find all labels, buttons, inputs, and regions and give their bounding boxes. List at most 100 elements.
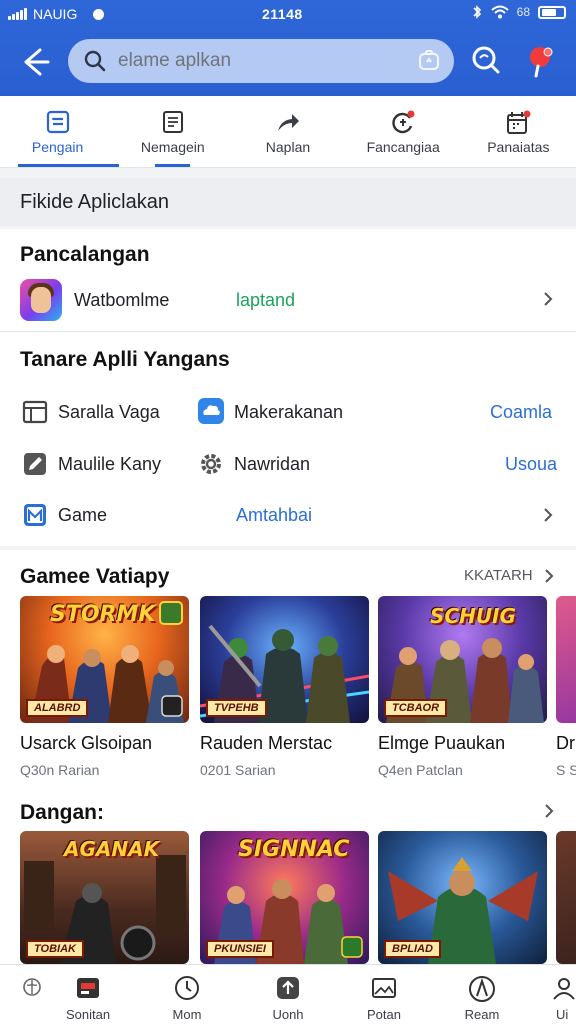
search-bar[interactable] — [68, 39, 454, 83]
search-button[interactable] — [470, 44, 502, 76]
game-thumbnail: STORMK ALABRD — [20, 596, 189, 723]
back-button[interactable] — [18, 44, 54, 80]
scan-icon[interactable] — [418, 50, 440, 72]
nav-label: Ui — [556, 1007, 569, 1022]
game-title: Dr — [556, 733, 575, 753]
nav-uonh[interactable]: Uonh — [238, 965, 338, 1024]
status-bar: NAUIG 21148 68 — [0, 0, 576, 28]
chevron-right-icon[interactable] — [541, 292, 555, 306]
game-thumbnail: AGANAK TOBIAK — [20, 831, 189, 964]
home-icon — [77, 978, 99, 998]
share-arrow-icon — [277, 114, 299, 131]
battery-percent: 68 — [516, 5, 530, 19]
tanare-title: Tanare Aplli Yangans — [20, 348, 230, 371]
game-plate-text: TOBIAK — [26, 940, 84, 958]
gear-icon — [201, 454, 221, 474]
search-icon — [84, 50, 106, 72]
grid-item-label: Makerakanan — [234, 402, 344, 422]
game-thumbnail: TVPEHB — [200, 596, 369, 723]
game-subtitle: 0201 Sarian — [200, 762, 276, 778]
grid-item-link-amtahbai[interactable]: Amtahbai — [236, 505, 312, 526]
tab-nemagein[interactable]: Nemagein — [115, 96, 230, 167]
tab-naplan[interactable]: Naplan — [230, 96, 345, 167]
nav-label: Potan — [367, 1007, 401, 1022]
dangan-title: Dangan: — [20, 801, 104, 824]
game-banner-text: SIGNNAC — [238, 837, 350, 862]
nav-mom[interactable]: Mom — [137, 965, 237, 1024]
status-time: 21148 — [262, 6, 303, 22]
signal-icon — [8, 8, 27, 20]
chevron-right-icon[interactable] — [541, 508, 555, 522]
game-thumbnail: BPLIAD — [378, 831, 547, 964]
tab-fancangiaa[interactable]: Fancangiaa — [346, 96, 461, 167]
active-tab-indicator — [18, 164, 120, 167]
game-card[interactable]: AGANAK TOBIAK — [20, 831, 189, 964]
notification-dot-icon — [93, 8, 105, 20]
refresh-badge-icon — [392, 110, 415, 134]
user-icon — [553, 978, 575, 1000]
game-plate-text: TVPEHB — [206, 699, 267, 717]
carrier-name: NAUIG — [33, 6, 78, 22]
game-title: Elmge Puaukan — [378, 733, 506, 753]
grid-item-link-coamla[interactable]: Coamla — [490, 402, 552, 423]
game-thumbnail — [556, 831, 576, 964]
tab-label: Naplan — [265, 139, 311, 155]
bottom-navigation: Sonitan Mom Uonh Potan Ream Ui — [0, 964, 576, 1024]
game-card[interactable] — [556, 831, 576, 964]
game-card[interactable]: STORMK ALABRD Usarck Glsoipan Q30n Raria… — [20, 596, 189, 786]
mail-icon — [24, 504, 46, 526]
nav-ui[interactable]: Ui — [534, 965, 576, 1024]
tab-pengain[interactable]: Pengain — [0, 96, 120, 167]
chevron-right-icon[interactable] — [542, 569, 556, 583]
tab-label: Fancangiaa — [366, 139, 440, 155]
game-thumbnail: SIGNNAC PKUNSIEI — [200, 831, 369, 964]
game-subtitle: Q30n Rarian — [20, 762, 100, 778]
tab-panaiatas[interactable]: Panaiatas — [461, 96, 576, 167]
game-card[interactable]: TVPEHB Rauden Merstac 0201 Sarian — [200, 596, 369, 786]
document-icon — [162, 111, 183, 133]
game-plate-text: TCBAOR — [384, 699, 448, 717]
top-app-bar: NAUIG 21148 68 — [0, 0, 576, 96]
see-more-link[interactable]: KKATARH — [464, 567, 533, 584]
game-plate-text: BPLIAD — [384, 940, 441, 958]
app-avatar-icon — [20, 279, 62, 321]
nav-ream[interactable]: Ream — [432, 965, 532, 1024]
pancalangan-title: Pancalangan — [20, 243, 150, 266]
search-input[interactable] — [118, 47, 418, 75]
game-card[interactable]: BPLIAD — [378, 831, 547, 964]
game-card[interactable]: SCHUIG TCBAOR Elmge Puaukan Q4en Patclan — [378, 596, 547, 786]
clock-icon — [175, 976, 199, 1000]
image-icon — [372, 978, 396, 998]
battery-icon — [538, 5, 566, 19]
grid-item-label: Game — [58, 505, 108, 525]
nav-sonitan[interactable]: Sonitan — [38, 965, 138, 1024]
nav-label: Mom — [172, 1007, 202, 1022]
grid-item-label: Maulile Kany — [58, 454, 162, 474]
game-thumbnail — [556, 596, 576, 723]
nav-potan[interactable]: Potan — [334, 965, 434, 1024]
tab-underline — [155, 164, 191, 167]
list-icon — [46, 110, 69, 134]
grid-item-label: Saralla Vaga — [58, 402, 160, 422]
upload-icon — [277, 977, 299, 999]
category-tabs: Pengain Nemagein Naplan Fancangiaa Panai… — [0, 96, 576, 168]
notification-button[interactable] — [524, 44, 556, 78]
edit-icon — [24, 453, 46, 475]
chevron-right-icon[interactable] — [542, 804, 556, 818]
nav-label: Uonh — [272, 1007, 304, 1022]
grid-item-link-usoua[interactable]: Usoua — [505, 454, 557, 475]
game-subtitle: S S — [556, 762, 576, 778]
game-card[interactable]: SIGNNAC PKUNSIEI — [200, 831, 369, 964]
section-header: Fikide Apliclakan — [0, 178, 576, 226]
game-subtitle: Q4en Patclan — [378, 762, 463, 778]
game-thumbnail: SCHUIG TCBAOR — [378, 596, 547, 723]
folder-icon — [22, 400, 48, 424]
app-update-action[interactable]: laptand — [236, 290, 295, 311]
grid-item-label: Nawridan — [234, 454, 311, 474]
game-banner-text: STORMK — [50, 602, 156, 627]
game-title: Usarck Glsoipan — [20, 733, 153, 753]
app-name: Watbomlme — [74, 290, 170, 310]
compass-icon — [469, 976, 495, 1002]
game-card[interactable]: Dr S S — [556, 596, 576, 786]
nav-label: Ream — [464, 1007, 500, 1022]
